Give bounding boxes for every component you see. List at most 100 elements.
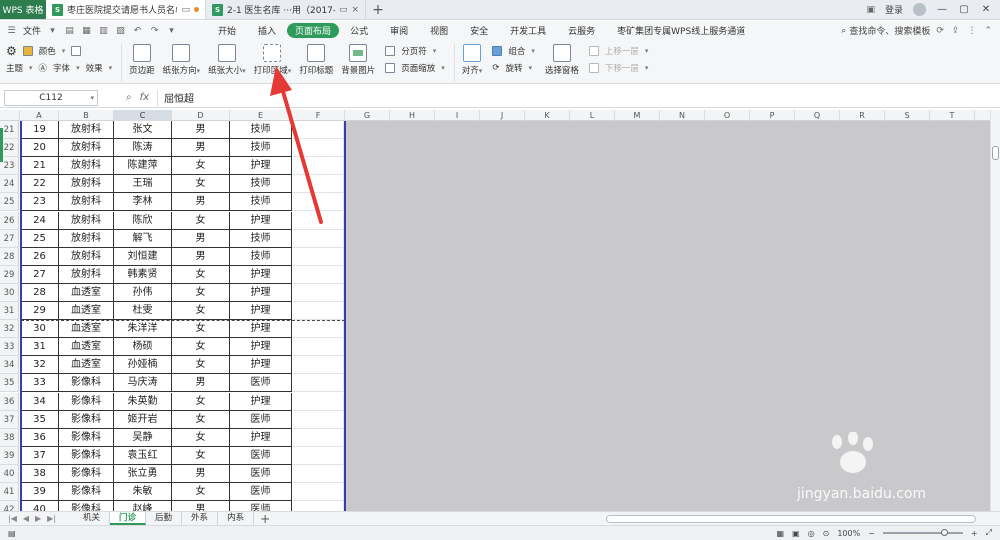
table-cell-no[interactable]: 34 [21,393,59,411]
hamburger-menu-icon[interactable]: ☰ [6,25,17,36]
table-cell-empty[interactable] [292,266,344,284]
tab-insert[interactable]: 插入 [247,23,287,38]
table-cell-name[interactable]: 解飞 [114,230,172,248]
table-cell-role[interactable]: 护理 [230,429,292,447]
column-header-k[interactable]: K [525,110,570,121]
table-cell-empty[interactable] [292,501,344,511]
tab-security[interactable]: 安全 [459,23,499,38]
table-cell-empty[interactable] [292,139,344,157]
table-cell-empty[interactable] [292,284,344,302]
fonts-button[interactable]: 字体 [53,62,70,74]
table-cell-name[interactable]: 孙伟 [114,284,172,302]
tab-review[interactable]: 审阅 [379,23,419,38]
table-cell-name[interactable]: 赵峰 [114,501,172,511]
zoom-slider[interactable] [882,529,963,536]
zoom-in-icon[interactable]: + [971,529,978,538]
app-menu-button[interactable]: WPS 表格 [0,0,46,19]
column-header-h[interactable]: H [390,110,435,121]
table-cell-dept[interactable]: 放射科 [59,157,114,175]
prev-sheet-icon[interactable]: ◀ [23,514,29,523]
vertical-scrollbar[interactable] [990,110,1000,511]
selection-pane-button[interactable]: 选择窗格 [541,44,583,76]
column-header-r[interactable]: R [840,110,885,121]
table-cell-no[interactable]: 40 [21,501,59,511]
table-cell-sex[interactable]: 女 [172,483,230,501]
table-cell-empty[interactable] [292,302,344,320]
table-cell-dept[interactable]: 影像科 [59,429,114,447]
table-cell-empty[interactable] [292,121,344,139]
column-header-b[interactable]: B [59,110,114,121]
table-cell-dept[interactable]: 血透室 [59,302,114,320]
row-header[interactable]: 40 [0,465,19,483]
column-header-l[interactable]: L [570,110,615,121]
maximize-icon[interactable]: ▢ [958,4,970,15]
table-cell-sex[interactable]: 女 [172,447,230,465]
chevron-down-icon[interactable]: ▾ [166,25,177,36]
column-header-e[interactable]: E [230,110,292,121]
table-cell-no[interactable]: 35 [21,411,59,429]
column-header-t[interactable]: T [930,110,975,121]
table-cell-no[interactable]: 38 [21,465,59,483]
row-header[interactable]: 26 [0,212,19,230]
sheet-tab-active[interactable]: 门诊 [110,512,147,525]
table-cell-dept[interactable]: 放射科 [59,175,114,193]
print-titles-button[interactable]: 打印标题 [295,44,337,76]
new-tab-button[interactable]: + [366,0,390,19]
table-cell-dept[interactable]: 放射科 [59,212,114,230]
page-scale-button[interactable]: 页面缩放 ▾ [385,61,445,75]
table-cell-name[interactable]: 王瑞 [114,175,172,193]
row-header[interactable]: 36 [0,393,19,411]
tab-service-channel[interactable]: 枣矿集团专属WPS线上服务通道 [606,23,756,38]
row-header[interactable]: 27 [0,230,19,248]
chevron-down-icon[interactable]: ▾ [47,25,58,36]
page-break-button[interactable]: 分页符 ▾ [385,44,445,58]
row-header[interactable]: 32 [0,320,19,338]
table-cell-dept[interactable]: 影像科 [59,483,114,501]
close-icon[interactable]: ✕ [980,4,992,15]
table-cell-sex[interactable]: 男 [172,193,230,211]
redo-icon[interactable]: ↷ [149,25,160,36]
table-cell-role[interactable]: 技师 [230,248,292,266]
table-cell-role[interactable]: 技师 [230,121,292,139]
table-cell-name[interactable]: 陈涛 [114,139,172,157]
table-cell-empty[interactable] [292,356,344,374]
table-cell-role[interactable]: 技师 [230,175,292,193]
table-cell-dept[interactable]: 放射科 [59,193,114,211]
table-cell-role[interactable]: 医师 [230,501,292,511]
table-cell-role[interactable]: 护理 [230,266,292,284]
table-cell-no[interactable]: 20 [21,139,59,157]
table-cell-empty[interactable] [292,175,344,193]
window-layout-icon[interactable]: ▣ [866,5,875,15]
group-button[interactable]: 组合 ▾ [492,44,535,58]
tab-formulas[interactable]: 公式 [339,23,379,38]
table-cell-empty[interactable] [292,193,344,211]
table-cell-dept[interactable]: 血透室 [59,356,114,374]
table-cell-sex[interactable]: 女 [172,429,230,447]
table-cell-role[interactable]: 护理 [230,157,292,175]
paper-size-button[interactable]: 纸张大小▾ [204,44,250,76]
column-header-a[interactable]: A [20,110,59,121]
row-header[interactable]: 29 [0,266,19,284]
column-header-o[interactable]: O [705,110,750,121]
table-cell-name[interactable]: 朱英勤 [114,393,172,411]
align-button[interactable]: 对齐▾ [458,44,487,76]
table-cell-no[interactable]: 32 [21,356,59,374]
chevron-up-icon[interactable]: ⌃ [984,26,992,36]
row-header[interactable]: 28 [0,248,19,266]
table-cell-empty[interactable] [292,230,344,248]
zoom-out-icon[interactable]: − [868,529,875,538]
column-header-s[interactable]: S [885,110,930,121]
table-cell-dept[interactable]: 放射科 [59,139,114,157]
table-cell-empty[interactable] [292,411,344,429]
table-cell-no[interactable]: 31 [21,338,59,356]
print-icon[interactable]: ▥ [98,25,109,36]
table-cell-empty[interactable] [292,212,344,230]
first-sheet-icon[interactable]: |◀ [8,514,17,523]
column-header-i[interactable]: I [435,110,480,121]
row-header[interactable]: 31 [0,302,19,320]
reading-view-icon[interactable]: ◎ [808,529,815,538]
row-header[interactable]: 25 [0,193,19,211]
tab-page-layout[interactable]: 页面布局 [287,23,340,38]
cloud-sync-icon[interactable]: ⟳ [936,26,944,36]
row-header[interactable]: 30 [0,284,19,302]
